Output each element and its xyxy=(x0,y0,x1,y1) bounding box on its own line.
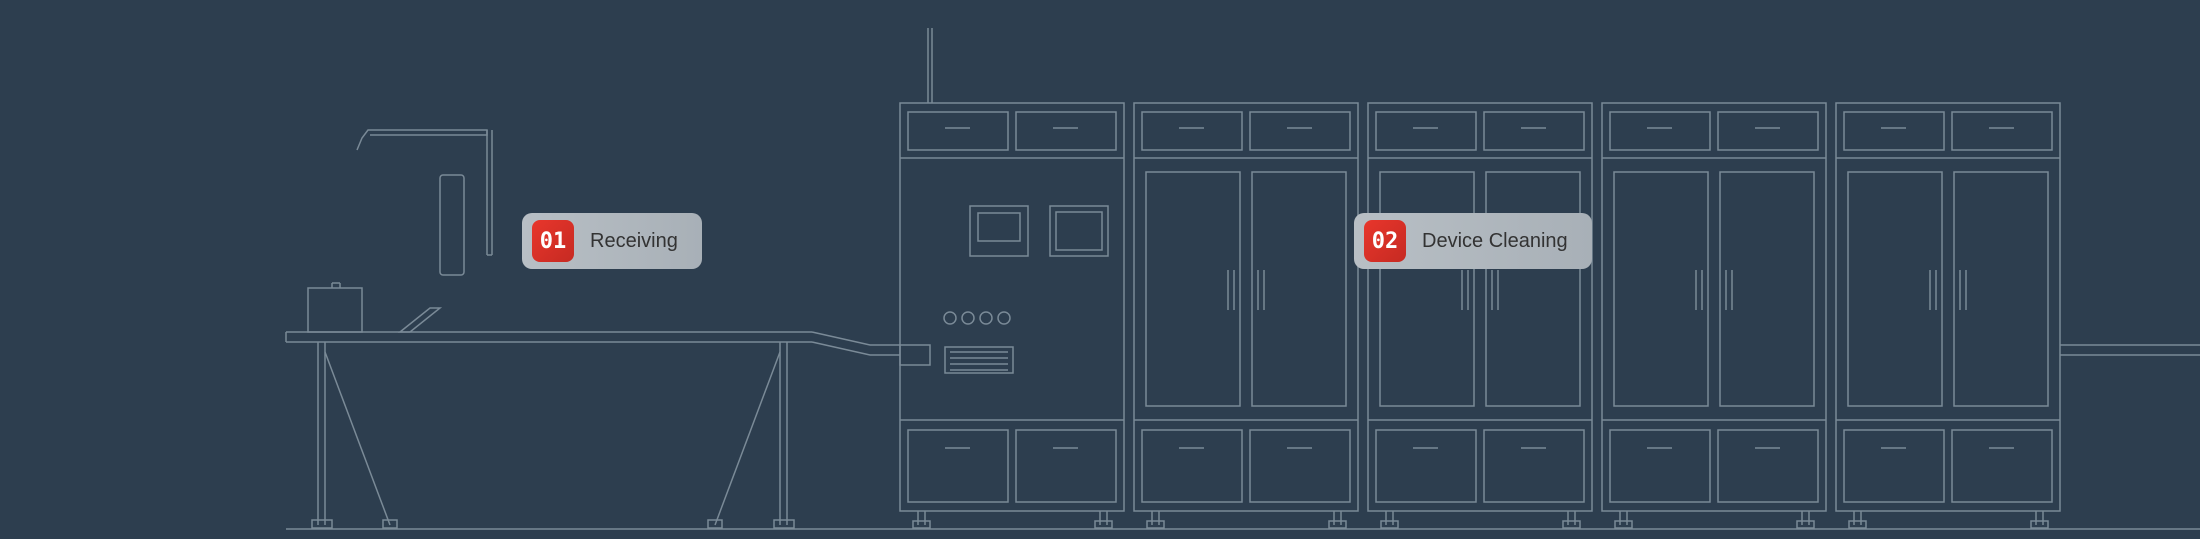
machine-unit-3 xyxy=(1368,103,1592,528)
machine-unit-2 xyxy=(1134,103,1358,528)
machine-units xyxy=(900,103,2200,528)
process-label-device-cleaning: 02 Device Cleaning xyxy=(1354,213,1592,269)
badge-number: 01 xyxy=(532,220,574,262)
equipment-diagram xyxy=(0,0,2200,539)
machine-unit-1 xyxy=(900,103,1124,528)
machine-unit-4 xyxy=(1602,103,1826,528)
badge-text: Receiving xyxy=(590,230,678,253)
badge-text: Device Cleaning xyxy=(1422,230,1568,253)
process-label-receiving: 01 Receiving xyxy=(522,213,702,269)
receiving-station xyxy=(286,130,900,528)
badge-number: 02 xyxy=(1364,220,1406,262)
machine-unit-5 xyxy=(1836,103,2060,528)
